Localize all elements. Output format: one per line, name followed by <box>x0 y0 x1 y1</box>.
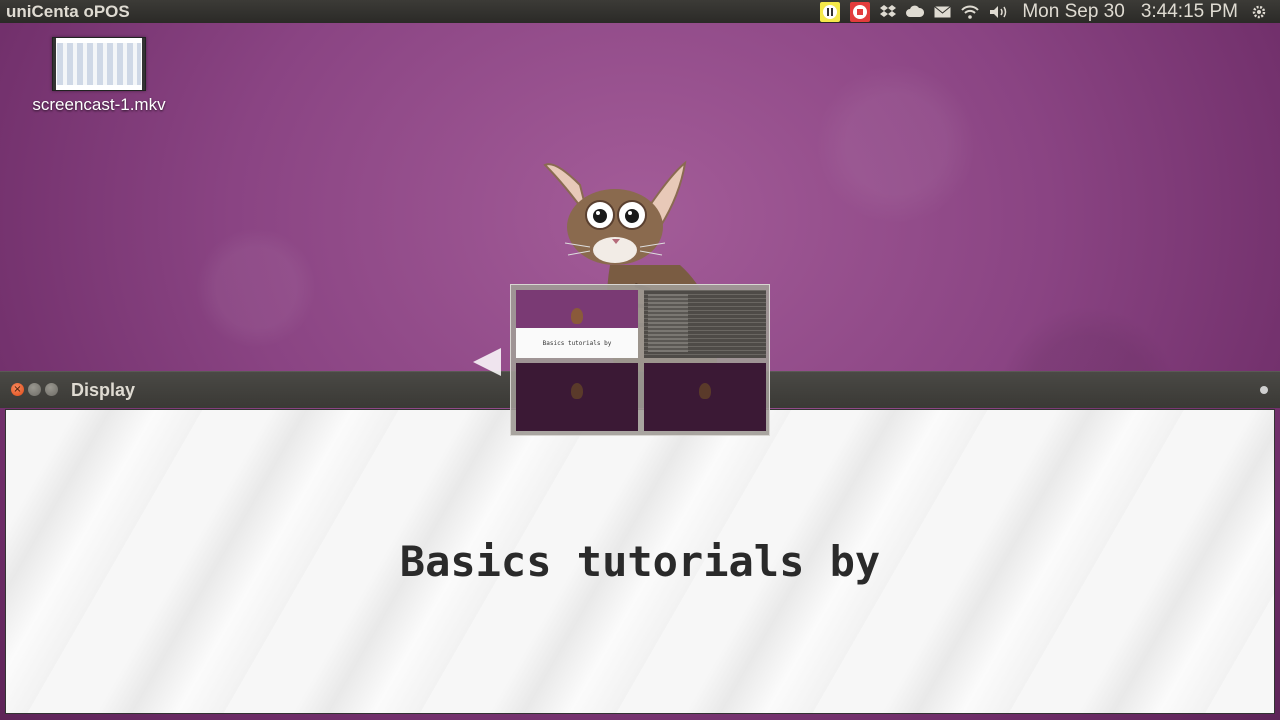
workspace-2-preview[interactable] <box>644 290 766 358</box>
desktop-file-label: screencast-1.mkv <box>32 95 166 114</box>
window-minimize-button[interactable] <box>28 383 41 396</box>
display-area: Basics tutorials by <box>5 409 1275 714</box>
window-title: Display <box>71 380 136 400</box>
video-file-icon <box>52 37 146 91</box>
window-menu-dot[interactable] <box>1260 386 1268 394</box>
close-icon: × <box>13 384 22 395</box>
display-text: Basics tutorials by <box>399 537 881 586</box>
window-maximize-button[interactable] <box>45 383 58 396</box>
indicator-area: Mon Sep 30 3:44:15 PM <box>815 0 1272 23</box>
window-close-button[interactable]: × <box>11 383 24 396</box>
mail-icon[interactable] <box>934 0 952 23</box>
mini-cat-icon <box>571 383 583 399</box>
volume-icon[interactable] <box>989 0 1009 23</box>
workspace-1-preview-text: Basics tutorials by <box>516 328 638 358</box>
workspace-4-preview[interactable] <box>644 363 766 431</box>
mini-cat-icon <box>571 308 583 324</box>
terminal-preview <box>644 290 766 358</box>
record-stop-icon[interactable] <box>850 1 871 22</box>
cloud-icon[interactable] <box>906 0 925 23</box>
workspace-1-preview[interactable]: Basics tutorials by <box>516 290 638 358</box>
switcher-pointer-arrow <box>473 348 501 376</box>
workspace-switcher: Basics tutorials by <box>510 284 770 436</box>
gear-icon[interactable] <box>1251 0 1267 23</box>
top-panel: uniCenta oPOS Mon Sep 30 3:44:15 PM <box>0 0 1280 23</box>
mini-cat-icon <box>699 383 711 399</box>
pause-icon[interactable] <box>820 1 841 22</box>
dropbox-icon[interactable] <box>880 0 897 23</box>
app-menu-title[interactable]: uniCenta oPOS <box>6 0 130 23</box>
workspace-3-preview[interactable] <box>516 363 638 431</box>
time-label[interactable]: 3:44:15 PM <box>1141 0 1238 23</box>
wifi-icon[interactable] <box>961 0 980 23</box>
date-label[interactable]: Mon Sep 30 <box>1022 0 1124 23</box>
desktop-file-screencast[interactable]: screencast-1.mkv <box>14 37 184 115</box>
